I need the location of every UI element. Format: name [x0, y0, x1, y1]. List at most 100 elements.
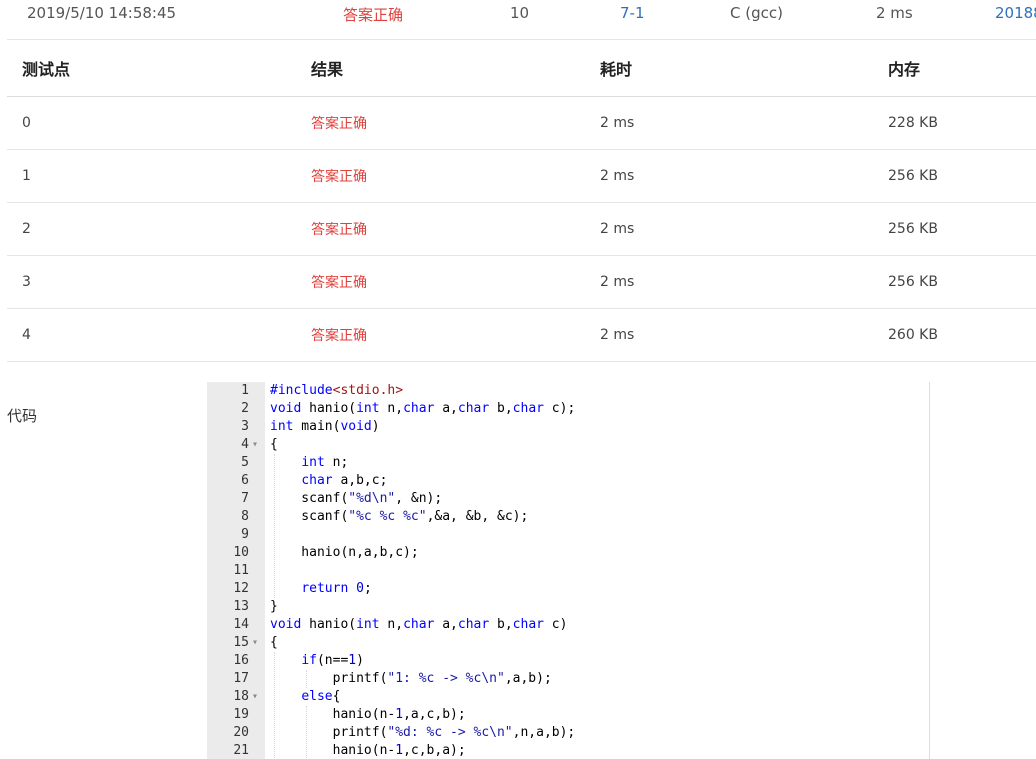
fold-arrow-icon[interactable]: ▾ [252, 634, 258, 652]
code-line[interactable]: 12 return 0; [207, 580, 929, 598]
code-text: { [270, 635, 278, 650]
line-number: 16 [233, 653, 249, 668]
cell-memory: 256 KB [888, 221, 938, 237]
code-text: hanio(n-1,a,c,b); [270, 707, 466, 722]
code-line[interactable]: 8 scanf("%c %c %c",&a, &b, &c); [207, 508, 929, 526]
code-line[interactable]: 14 void hanio(int n,char a,char b,char c) [207, 616, 929, 634]
code-text: int n; [301, 455, 349, 470]
line-number: 6 [241, 473, 249, 488]
cell-time: 2 ms [600, 327, 635, 343]
line-number: 5 [241, 455, 249, 470]
cell-case: 3 [22, 274, 31, 290]
line-number: 10 [233, 545, 249, 560]
submit-time: 2019/5/10 14:58:45 [27, 4, 177, 22]
line-number: 21 [233, 743, 249, 758]
user-link[interactable]: 20188 [995, 4, 1036, 22]
line-number: 17 [233, 671, 249, 686]
cell-time: 2 ms [600, 168, 635, 184]
code-line[interactable]: 18 ▾ else{ [207, 688, 929, 706]
code-text: { [270, 437, 278, 452]
code-line[interactable]: 13} [207, 598, 929, 616]
cell-memory: 256 KB [888, 274, 938, 290]
cell-case: 4 [22, 327, 31, 343]
code-label: 代码 [7, 407, 38, 425]
line-number: 11 [233, 563, 249, 578]
testcase-table: 测试点 结果 耗时 内存 0 答案正确 2 ms 228 KB 1 答案正确 2… [7, 39, 1036, 362]
table-row: 0 答案正确 2 ms 228 KB [7, 97, 1036, 150]
table-header: 测试点 结果 耗时 内存 [7, 39, 1036, 97]
cell-result: 答案正确 [311, 275, 367, 291]
table-row: 2 答案正确 2 ms 256 KB [7, 203, 1036, 256]
problem-link[interactable]: 7-1 [620, 4, 645, 22]
code-line[interactable]: 1 #include<stdio.h> [207, 382, 929, 400]
line-number: 8 [241, 509, 249, 524]
code-text: printf("%d: %c -> %c\n",n,a,b); [270, 725, 576, 740]
code-text: void hanio(int n,char a,char b,char c); [270, 401, 576, 416]
line-number: 20 [233, 725, 249, 740]
submission-summary: 2019/5/10 14:58:45 答案正确 10 7-1 C (gcc) 2… [0, 0, 1036, 26]
line-number: 1 [241, 383, 249, 398]
code-text: void hanio(int n,char a,char b,char c) [270, 617, 568, 632]
cell-result: 答案正确 [311, 222, 367, 238]
line-number: 15 [233, 635, 249, 650]
cell-case: 1 [22, 168, 31, 184]
table-row: 1 答案正确 2 ms 256 KB [7, 150, 1036, 203]
code-line[interactable]: 3 int main(void) [207, 418, 929, 436]
code-text: char a,b,c; [301, 473, 388, 488]
code-text: hanio(n-1,c,b,a); [270, 743, 466, 758]
submit-score: 10 [510, 4, 530, 22]
line-number: 2 [241, 401, 249, 416]
code-line[interactable]: 15 ▾ { [207, 634, 929, 652]
code-text: int main(void) [270, 419, 380, 434]
table-row: 3 答案正确 2 ms 256 KB [7, 256, 1036, 309]
code-line[interactable]: 20 printf("%d: %c -> %c\n",n,a,b); [207, 724, 929, 742]
indent-guide [306, 670, 307, 688]
cell-case: 0 [22, 115, 31, 131]
code-text: printf("1: %c -> %c\n",a,b); [270, 671, 552, 686]
code-text: if(n==1) [301, 653, 364, 668]
cell-time: 2 ms [600, 221, 635, 237]
indent-guide [274, 454, 275, 598]
header-time: 耗时 [600, 60, 633, 79]
header-result: 结果 [311, 60, 344, 79]
code-line[interactable]: 21 hanio(n-1,c,b,a); [207, 742, 929, 759]
compiler: C (gcc) [730, 4, 783, 22]
line-number: 18 [233, 689, 249, 704]
submit-status: 答案正确 [343, 6, 404, 24]
fold-arrow-icon[interactable]: ▾ [252, 436, 258, 454]
line-number: 13 [233, 599, 249, 614]
code-line[interactable]: 19 hanio(n-1,a,c,b); [207, 706, 929, 724]
code-line[interactable]: 17 printf("1: %c -> %c\n",a,b); [207, 670, 929, 688]
code-line[interactable]: 16 if(n==1) [207, 652, 929, 670]
code-line[interactable]: 11 [207, 562, 929, 580]
indent-guide [306, 706, 307, 759]
fold-arrow-icon[interactable]: ▾ [252, 688, 258, 706]
code-text: } [270, 599, 278, 614]
code-line[interactable]: 2 void hanio(int n,char a,char b,char c); [207, 400, 929, 418]
cell-result: 答案正确 [311, 169, 367, 185]
code-editor[interactable]: 1 #include<stdio.h> 2 void hanio(int n,char… [207, 382, 930, 759]
code-text: else{ [301, 689, 341, 704]
cell-time: 2 ms [600, 274, 635, 290]
code-line[interactable]: 9 [207, 526, 929, 544]
header-case: 测试点 [22, 60, 71, 79]
code-line[interactable]: 10 hanio(n,a,b,c); [207, 544, 929, 562]
line-number: 3 [241, 419, 249, 434]
code-text: return 0; [301, 581, 372, 596]
cell-time: 2 ms [600, 115, 635, 131]
code-line[interactable]: 6 char a,b,c; [207, 472, 929, 490]
code-line[interactable]: 4 ▾ { [207, 436, 929, 454]
cell-memory: 260 KB [888, 327, 938, 343]
cell-result: 答案正确 [311, 328, 367, 344]
table-row: 4 答案正确 2 ms 260 KB [7, 309, 1036, 362]
line-number: 7 [241, 491, 249, 506]
code-line[interactable]: 7 scanf("%d\n", &n); [207, 490, 929, 508]
line-number: 4 [241, 437, 249, 452]
code-line[interactable]: 5 int n; [207, 454, 929, 472]
indent-guide [274, 652, 275, 759]
header-memory: 内存 [888, 60, 921, 79]
code-text: #include<stdio.h> [270, 383, 404, 398]
code-text: scanf("%c %c %c",&a, &b, &c); [270, 509, 529, 524]
cell-memory: 256 KB [888, 168, 938, 184]
line-number: 14 [233, 617, 249, 632]
